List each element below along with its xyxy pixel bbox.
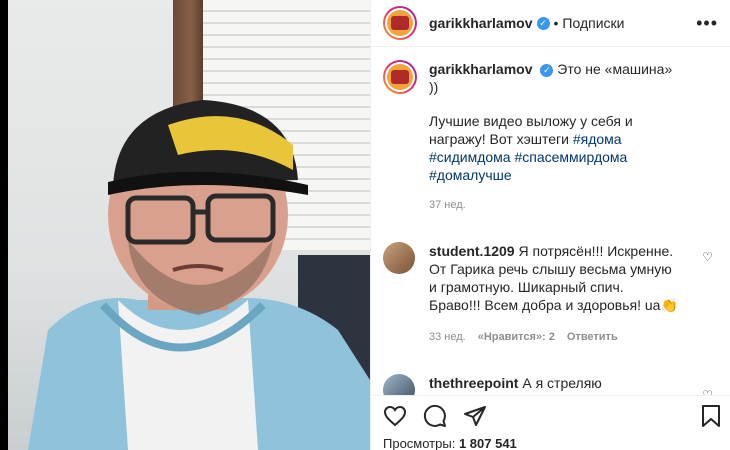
separator-dot: • [553,15,559,31]
author-avatar[interactable] [383,6,417,40]
hashtag-link[interactable]: #спасеммирдома [514,149,627,165]
post-header: garikkharlamov ✓ • Подписки ••• [371,0,730,47]
caption-text: garikkharlamov ✓ Это не «машина» )) Лучш… [429,60,679,214]
commenter-avatar[interactable] [383,374,415,395]
hashtag-link[interactable]: #сидимдома [429,149,511,165]
comment-text: А я стреляю [522,375,602,391]
caption-time[interactable]: 37 нед. [429,196,679,214]
comment-icon[interactable] [423,404,447,428]
caption-line2: )) [429,79,439,95]
comment-body: thethreepoint А я стреляю [429,374,679,395]
hashtag-link[interactable]: #домалучше [429,167,512,183]
more-options-icon[interactable]: ••• [696,13,718,34]
left-edge [0,0,8,450]
verified-badge-icon: ✓ [540,63,554,77]
verified-badge-icon: ✓ [536,16,550,30]
commenter-avatar[interactable] [383,242,415,274]
action-bar [371,395,730,435]
commenter-username[interactable]: thethreepoint [429,375,518,391]
caption-line1: Это не «машина» [557,61,673,77]
comment-item: thethreepoint А я стреляю ♡ [383,374,715,395]
hashtag-link[interactable]: #ядома [573,131,622,147]
video-player[interactable] [8,0,370,450]
view-count: Просмотры: 1 807 541 [383,436,517,450]
heart-icon[interactable] [383,404,407,428]
caption-avatar[interactable] [383,60,417,94]
post-sidebar: garikkharlamov ✓ • Подписки ••• garikkha… [370,0,730,450]
comment-time[interactable]: 33 нед. [429,328,466,346]
caption: garikkharlamov ✓ Это не «машина» )) Лучш… [383,60,715,214]
comment-item: student.1209 Я потрясён!!! Искренне. От … [383,242,715,346]
comment-like-heart-icon[interactable]: ♡ [702,388,713,395]
comments-list[interactable]: garikkharlamov ✓ Это не «машина» )) Лучш… [371,60,730,395]
comment-like-heart-icon[interactable]: ♡ [702,250,713,264]
following-button[interactable]: Подписки [562,15,624,31]
commenter-username[interactable]: student.1209 [429,243,515,259]
comment-meta: 33 нед. «Нравится»: 2 Ответить [429,328,679,346]
views-label: Просмотры: [383,436,456,450]
post-viewer: garikkharlamov ✓ • Подписки ••• garikkha… [0,0,730,450]
comment-body: student.1209 Я потрясён!!! Искренне. От … [429,242,679,346]
share-icon[interactable] [463,404,487,428]
bookmark-icon[interactable] [699,404,723,428]
person-figure [28,100,370,450]
reply-button[interactable]: Ответить [567,328,618,346]
author-username[interactable]: garikkharlamov [429,15,533,31]
comment-likes[interactable]: «Нравится»: 2 [478,328,555,346]
caption-username[interactable]: garikkharlamov [429,61,533,77]
views-number: 1 807 541 [458,436,517,450]
